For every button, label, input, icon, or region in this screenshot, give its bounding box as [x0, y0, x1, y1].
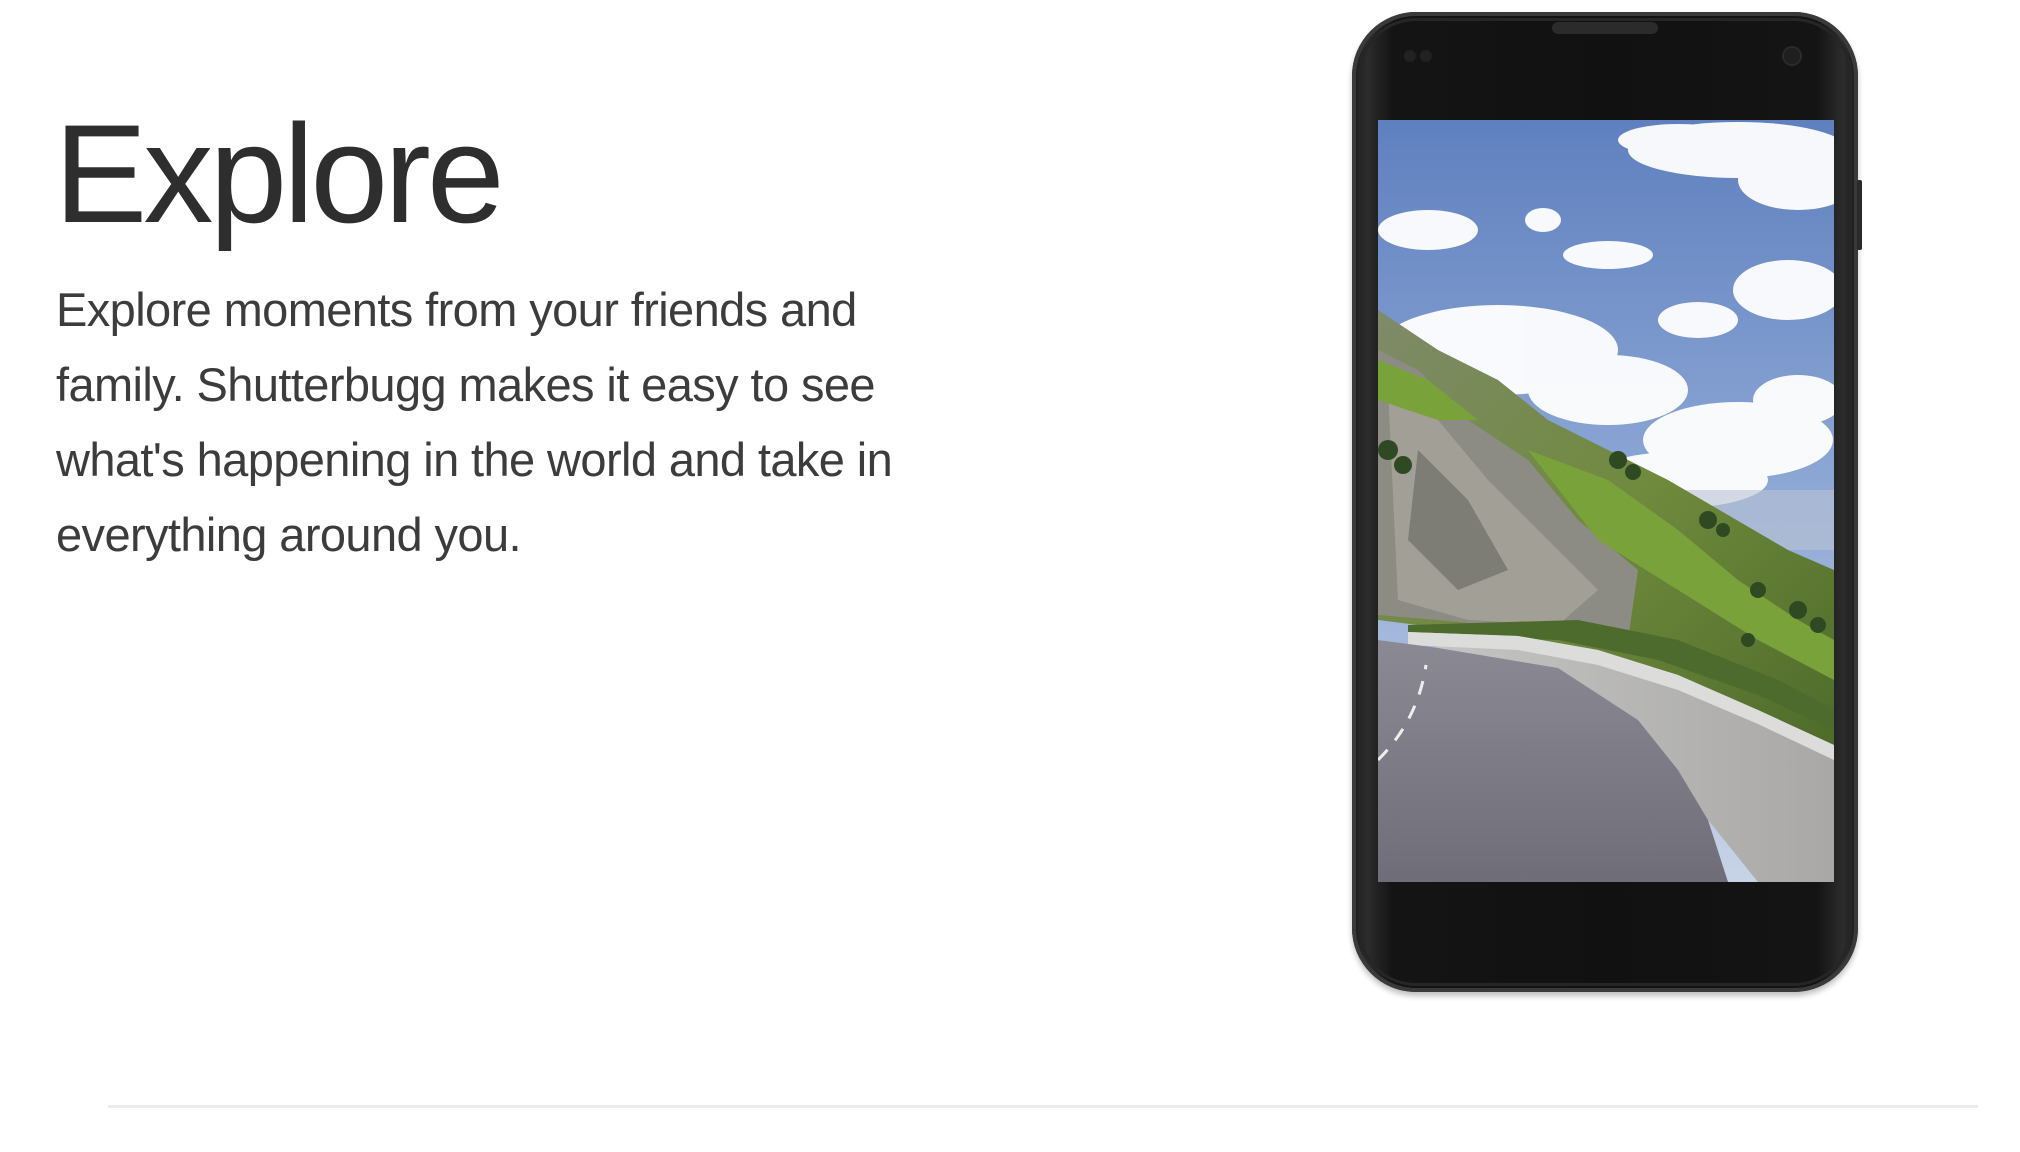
phone-mockup — [1352, 12, 1862, 992]
front-camera-icon — [1784, 48, 1800, 64]
phone-sensor — [1420, 50, 1432, 62]
section-description: Explore moments from your friends and fa… — [56, 283, 893, 561]
feature-section: Explore Explore moments from your friend… — [0, 0, 2020, 1152]
section-divider — [108, 1105, 1978, 1108]
phone-screen — [1378, 120, 1834, 882]
phone-side-button — [1857, 180, 1862, 250]
section-heading: Explore — [54, 95, 505, 252]
phone-sensor — [1404, 50, 1416, 62]
mountain-road-photo — [1378, 120, 1834, 882]
phone-earpiece — [1552, 22, 1658, 34]
